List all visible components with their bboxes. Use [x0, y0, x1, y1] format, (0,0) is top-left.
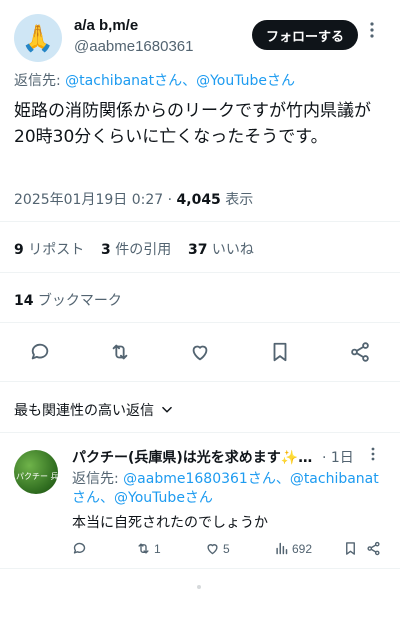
- bookmark-icon: [346, 542, 355, 555]
- reply-reply-button[interactable]: [72, 541, 87, 556]
- views-count: 4,045: [176, 192, 221, 208]
- more-options-icon[interactable]: [370, 22, 374, 42]
- timestamp[interactable]: 2025年01月19日 0:27: [14, 192, 163, 208]
- bookmarks-stat[interactable]: 14 ブックマーク: [14, 290, 122, 310]
- quotes-stat[interactable]: 3 件の引用: [101, 239, 171, 259]
- reply-display-name[interactable]: パクチー(兵庫県)は光を求めます✨…: [72, 447, 312, 467]
- likes-count: 37: [188, 242, 208, 258]
- likes-stat[interactable]: 37 いいね: [188, 239, 254, 259]
- views-icon: [276, 542, 288, 555]
- reposts-stat[interactable]: 9 リポスト: [14, 239, 84, 259]
- reply-repost-button[interactable]: 1: [136, 541, 161, 556]
- replying-to-links[interactable]: @tachibanatさん、@YouTubeさん: [65, 73, 295, 89]
- reply-sort-dropdown[interactable]: 最も関連性の高い返信: [14, 400, 174, 420]
- share-icon[interactable]: [348, 340, 372, 364]
- reply-views-count: 692: [292, 541, 313, 556]
- views-label: 表示: [220, 192, 254, 208]
- divider: [0, 432, 400, 433]
- reply-more-icon[interactable]: [371, 447, 375, 464]
- bookmarks-count: 14: [14, 293, 34, 309]
- divider: [0, 322, 400, 323]
- share-icon: [367, 541, 380, 556]
- reply-like-count: 5: [223, 541, 230, 556]
- display-name[interactable]: a/a b,m/e: [74, 17, 138, 34]
- quotes-label: 件の引用: [110, 242, 172, 258]
- reposts-count: 9: [14, 242, 24, 258]
- reply-replying-to-prefix: 返信先:: [72, 471, 124, 487]
- user-handle[interactable]: @aabme1680361: [74, 38, 194, 55]
- likes-label: いいね: [207, 242, 254, 258]
- reply-text: 本当に自死されたのでしょうか: [72, 515, 268, 531]
- tweet-meta: 2025年01月19日 0:27 · 4,045 表示: [14, 189, 253, 209]
- replying-to: 返信先: @tachibanatさん、@YouTubeさん: [14, 70, 295, 90]
- divider: [0, 272, 400, 273]
- reply-like-button[interactable]: 5: [205, 541, 230, 556]
- like-icon: [207, 544, 218, 555]
- reply-share-button[interactable]: [366, 541, 381, 556]
- tweet-text: 姫路の消防関係からのリークですが竹内県議が20時30分くらいに亡くなったそうです…: [14, 101, 371, 147]
- avatar[interactable]: 🙏: [14, 14, 62, 62]
- reply-bookmark-button[interactable]: [343, 541, 358, 556]
- repost-icon: [138, 543, 149, 554]
- like-icon[interactable]: [188, 340, 212, 364]
- bookmarks-label: ブックマーク: [33, 293, 122, 309]
- replying-to-prefix: 返信先:: [14, 73, 66, 89]
- bookmark-icon[interactable]: [268, 340, 292, 364]
- quotes-count: 3: [101, 242, 111, 258]
- repost-icon[interactable]: [108, 340, 132, 364]
- avatar-emoji: 🙏: [21, 22, 55, 53]
- divider: [0, 568, 400, 569]
- reply-icon[interactable]: [28, 340, 52, 364]
- follow-button[interactable]: フォローする: [252, 20, 358, 50]
- reply-replying-to: 返信先: @aabme1680361さん、@tachibanatさん、@YouT…: [72, 470, 390, 508]
- divider: [0, 221, 400, 222]
- reposts-label: リポスト: [23, 242, 85, 258]
- reply-avatar[interactable]: パクチー 兵: [14, 450, 58, 494]
- chevron-down-icon: [162, 406, 172, 413]
- reply-icon: [73, 542, 86, 554]
- reply-views-button[interactable]: 692: [274, 541, 312, 556]
- loading-indicator: [197, 585, 201, 589]
- reply-sort-label: 最も関連性の高い返信: [14, 403, 154, 419]
- reply-time[interactable]: · 1日: [322, 447, 354, 467]
- reply-avatar-caption: パクチー 兵: [16, 472, 58, 481]
- reply-repost-count: 1: [154, 541, 161, 556]
- meta-separator: ·: [163, 192, 177, 208]
- divider: [0, 381, 400, 382]
